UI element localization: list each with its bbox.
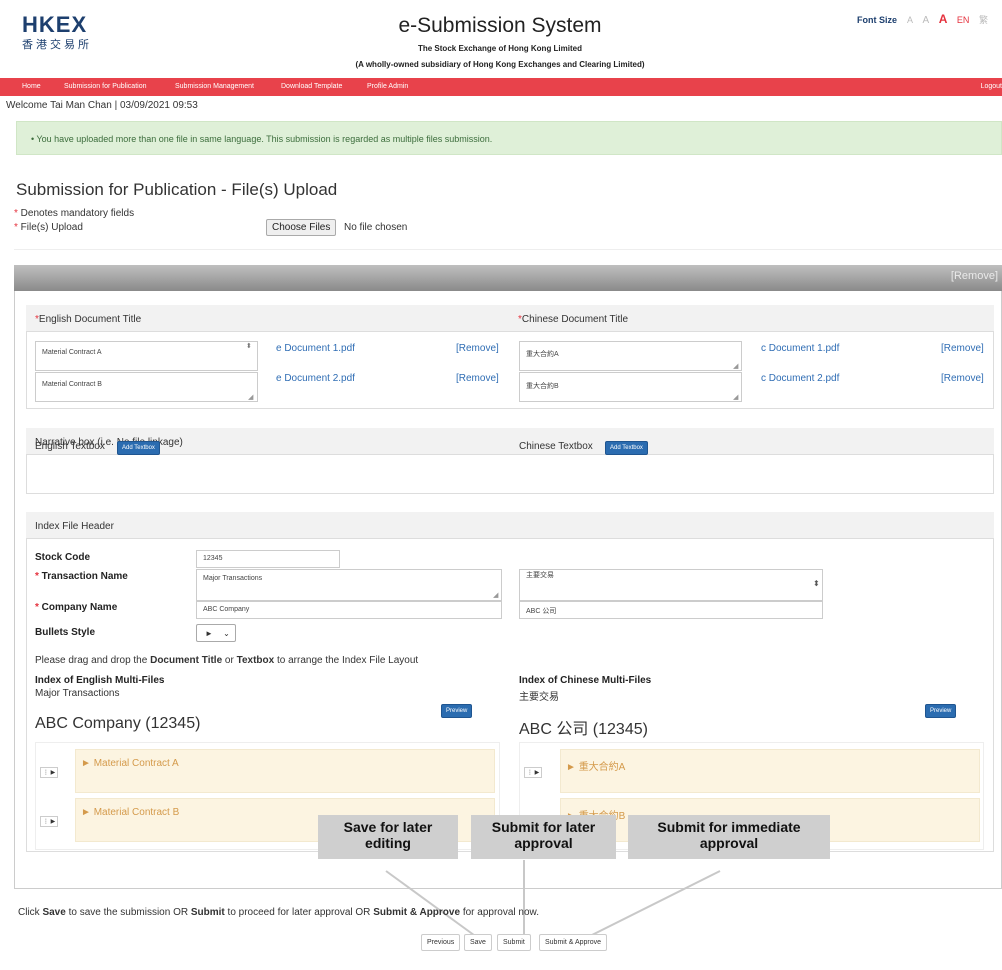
callout-pointer-lines [385,860,721,939]
save-button[interactable]: Save [464,934,492,951]
footer-instruction: Click Save to save the submission OR Sub… [18,907,539,918]
previous-button[interactable]: Previous [421,934,461,951]
submit-button[interactable]: Submit [497,934,531,951]
submit-approve-button[interactable]: Submit & Approve [539,934,608,951]
